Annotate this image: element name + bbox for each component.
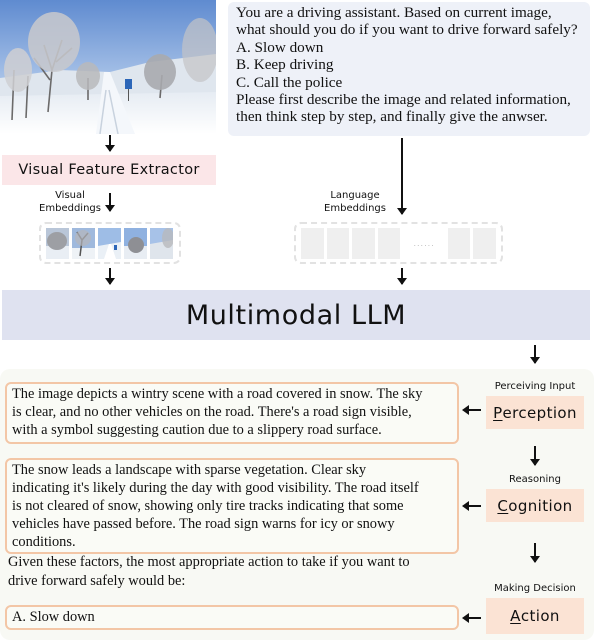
arrow-down-icon — [105, 268, 115, 285]
prompt-line: then think step by step, and finally giv… — [236, 108, 548, 126]
prompt-line: what should you do if you want to drive … — [236, 21, 578, 39]
action-response: A. Slow down — [5, 605, 459, 630]
response-line: indicating it's likely during the day wi… — [12, 480, 419, 496]
embedding-ellipsis: ...... — [413, 238, 435, 248]
language-embeddings-label-line2: Embeddings — [324, 203, 386, 214]
arrow-left-icon — [462, 501, 481, 511]
response-line: is not cleared of snow, showing only tir… — [12, 498, 404, 514]
language-embedding-tile — [377, 227, 401, 259]
arrow-down-icon — [530, 543, 540, 563]
prompt-option-c: C. Call the police — [236, 73, 343, 91]
prompt-option-a: A. Slow down — [236, 38, 324, 56]
response-line: A. Slow down — [12, 609, 95, 625]
stage-caption-making-decision: Making Decision — [494, 583, 576, 594]
stage-action: Action — [486, 598, 584, 634]
language-embedding-tile — [326, 227, 350, 259]
language-embedding-tile — [473, 227, 497, 259]
stage-label-rest: ognition — [508, 496, 573, 515]
arrow-down-icon — [105, 193, 115, 212]
language-embeddings-label: Language Embeddings — [322, 189, 388, 215]
prompt-line: Please first describe the image and rela… — [236, 91, 571, 109]
visual-embedding-tile — [72, 227, 95, 259]
stage-label-rest: erception — [502, 403, 577, 422]
response-line: with a symbol suggesting caution due to … — [12, 422, 382, 438]
response-line: conditions. — [12, 534, 76, 550]
arrow-down-icon — [397, 268, 407, 285]
stage-initial: P — [493, 403, 503, 422]
prompt-option-b: B. Keep driving — [236, 56, 334, 74]
language-embedding-tile — [352, 227, 375, 259]
stage-cognition: Cognition — [486, 489, 584, 522]
visual-feature-extractor: Visual Feature Extractor — [2, 155, 216, 185]
prompt-text-box: You are a driving assistant. Based on cu… — [228, 2, 590, 136]
cognition-response: The snow leads a landscape with sparse v… — [5, 458, 459, 554]
perception-response: The image depicts a wintry scene with a … — [5, 382, 459, 444]
multimodal-llm-block: Multimodal LLM — [2, 290, 590, 340]
arrow-down-icon — [530, 446, 540, 466]
arrow-left-icon — [462, 405, 481, 415]
transition-line: Given these factors, the most appropriat… — [8, 554, 410, 570]
prompt-line: You are a driving assistant. Based on cu… — [236, 4, 552, 21]
language-embedding-tile — [301, 227, 324, 259]
input-road-image — [0, 0, 216, 134]
stage-initial: A — [510, 607, 521, 625]
stage-perception: Perception — [486, 396, 584, 429]
language-embeddings-label-line1: Language — [330, 190, 380, 201]
visual-embeddings-label: Visual Embeddings — [38, 189, 102, 215]
response-line: is clear, and no other vehicles on the r… — [12, 404, 412, 420]
visual-embeddings-box — [39, 222, 181, 264]
visual-embeddings-label-line1: Visual — [55, 190, 85, 201]
arrow-down-icon — [530, 345, 540, 364]
response-line: vehicles have passed before. The road si… — [12, 516, 395, 532]
snowy-road-photo — [0, 0, 216, 134]
arrow-down-icon — [397, 138, 407, 215]
stage-label-rest: ction — [520, 607, 560, 625]
visual-embedding-tile — [46, 227, 69, 259]
visual-embedding-tile — [150, 227, 173, 259]
visual-embedding-tile — [124, 227, 147, 259]
arrow-left-icon — [462, 613, 481, 623]
stage-caption-perceiving-input: Perceiving Input — [494, 381, 576, 392]
visual-embedding-tile — [98, 227, 121, 259]
language-embeddings-box: ...... — [294, 222, 503, 264]
response-line: The image depicts a wintry scene with a … — [12, 386, 423, 402]
transition-line: drive forward safely would be: — [8, 573, 186, 589]
response-line: The snow leads a landscape with sparse v… — [12, 462, 367, 478]
stage-initial: C — [497, 496, 509, 515]
transition-text: Given these factors, the most appropriat… — [8, 553, 410, 591]
language-embedding-tile — [447, 227, 471, 259]
visual-embeddings-label-line2: Embeddings — [39, 203, 101, 214]
stage-caption-reasoning: Reasoning — [509, 474, 561, 485]
arrow-down-icon — [105, 135, 115, 152]
